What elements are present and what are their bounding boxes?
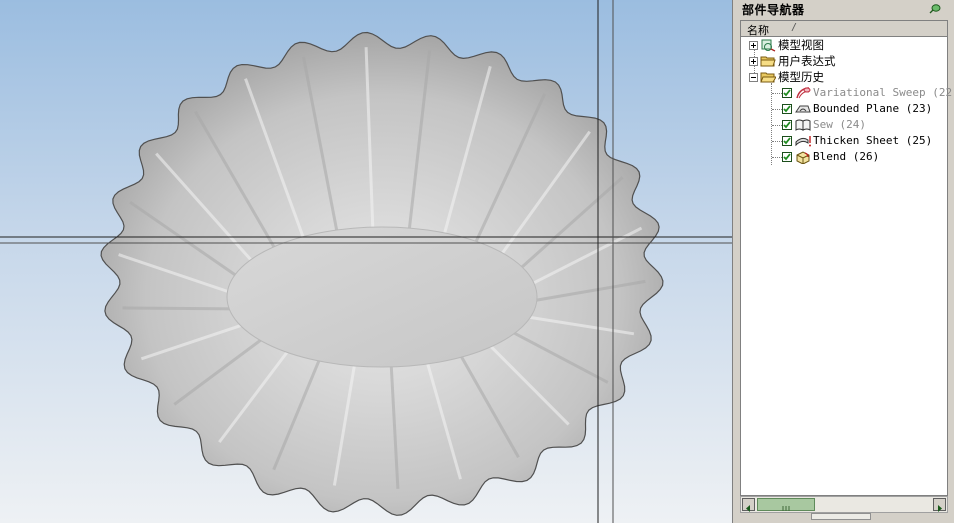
- model-views-icon: [761, 39, 776, 52]
- feature-label: Blend (26): [813, 150, 880, 163]
- tree-node-label: 模型视图: [778, 38, 824, 52]
- arrow-left-icon: [746, 505, 750, 512]
- tree-node-label: 模型历史: [778, 70, 824, 84]
- sort-indicator: /: [791, 22, 798, 33]
- grip-icon: [782, 506, 790, 511]
- feature-variational-sweep[interactable]: Variational Sweep (22): [741, 85, 954, 101]
- feature-label: Thicken Sheet (25): [813, 134, 933, 147]
- visibility-checkbox[interactable]: [782, 136, 792, 146]
- bowl-base-face: [226, 226, 538, 368]
- feature-thicken-sheet[interactable]: Thicken Sheet (25): [741, 133, 947, 149]
- variational-sweep-icon: [796, 87, 811, 99]
- expand-toggle[interactable]: [749, 57, 758, 66]
- resize-grip[interactable]: [811, 513, 871, 520]
- visibility-checkbox[interactable]: [782, 152, 792, 162]
- horizontal-scrollbar[interactable]: [740, 496, 948, 513]
- navigator-tree[interactable]: 名称 / 模型视图 用户表达式 模型历史 Variational Sweep (…: [740, 20, 954, 496]
- tree-node-user-expressions[interactable]: 用户表达式: [741, 53, 947, 69]
- feature-bounded-plane[interactable]: Bounded Plane (23): [741, 101, 947, 117]
- part-navigator: 部件导航器 名称 / 模型视图 用户表达式 模型历史 Variational S…: [736, 0, 954, 523]
- scroll-thumb[interactable]: [757, 498, 815, 511]
- scroll-left-button[interactable]: [742, 498, 755, 512]
- column-header[interactable]: 名称 /: [741, 21, 947, 37]
- scroll-right-button[interactable]: [933, 498, 946, 512]
- pin-icon[interactable]: [929, 3, 942, 14]
- folder-icon: [760, 56, 776, 67]
- collapse-toggle[interactable]: [749, 73, 758, 82]
- flute-highlight: [122, 306, 235, 311]
- navigator-title: 部件导航器: [742, 3, 805, 17]
- blend-icon: [796, 151, 810, 164]
- tree-node-model-views[interactable]: 模型视图: [741, 37, 947, 53]
- feature-sew[interactable]: Sew (24): [741, 117, 947, 133]
- thicken-sheet-icon: [795, 136, 811, 147]
- visibility-checkbox[interactable]: [782, 120, 792, 130]
- tree-node-label: 用户表达式: [778, 54, 836, 68]
- open-folder-icon: [760, 72, 776, 83]
- bounded-plane-icon: [795, 105, 811, 113]
- feature-blend[interactable]: Blend (26): [741, 149, 947, 165]
- tree-node-model-history[interactable]: 模型历史: [741, 69, 947, 85]
- visibility-checkbox[interactable]: [782, 104, 792, 114]
- model-canvas[interactable]: [0, 0, 732, 523]
- feature-label: Bounded Plane (23): [813, 102, 933, 115]
- visibility-checkbox[interactable]: [782, 88, 792, 98]
- arrow-right-icon: [938, 505, 942, 512]
- feature-label: Variational Sweep (22): [813, 86, 954, 99]
- graphics-viewport[interactable]: [0, 0, 732, 523]
- column-name-label: 名称: [747, 24, 769, 37]
- sew-icon: [795, 119, 811, 131]
- expand-toggle[interactable]: [749, 41, 758, 50]
- feature-label: Sew (24): [813, 118, 866, 131]
